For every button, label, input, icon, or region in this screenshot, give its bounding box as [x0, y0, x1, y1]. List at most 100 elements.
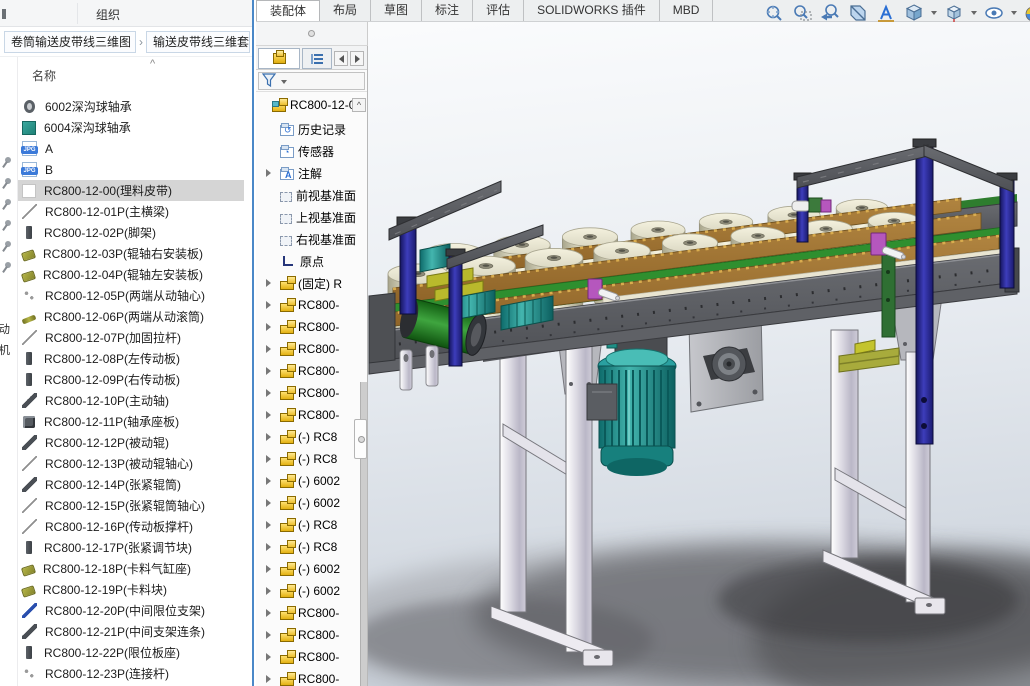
expand-arrow-icon[interactable]: [266, 411, 271, 419]
tree-item[interactable]: 前视基准面: [256, 184, 368, 206]
tree-item[interactable]: RC800-: [256, 294, 368, 316]
pin-icon[interactable]: [3, 177, 15, 189]
dropdown-caret-icon[interactable]: [1011, 11, 1017, 15]
pin-icon[interactable]: [3, 240, 15, 252]
file-row[interactable]: RC800-12-18P(卡料气缸座): [18, 558, 244, 579]
tree-item[interactable]: 传感器: [256, 140, 368, 162]
file-row[interactable]: 6002深沟球轴承: [18, 96, 244, 117]
file-row[interactable]: RC800-12-00(理料皮带): [18, 180, 244, 201]
previous-view-icon[interactable]: [818, 1, 842, 25]
tree-item[interactable]: 注解: [256, 162, 368, 184]
tree-item[interactable]: 右视基准面: [256, 228, 368, 250]
file-row[interactable]: RC800-12-06P(两端从动滚筒): [18, 306, 244, 327]
panel-drag-dot[interactable]: [308, 30, 315, 37]
zoom-to-fit-icon[interactable]: [762, 1, 786, 25]
file-row[interactable]: RC800-12-10P(主动轴): [18, 390, 244, 411]
tree-item[interactable]: RC800-: [256, 646, 368, 668]
file-row[interactable]: RC800-12-23P(连接杆): [18, 663, 244, 684]
file-row[interactable]: RC800-12-07P(加固拉杆): [18, 327, 244, 348]
ribbon-tab[interactable]: MBD: [660, 0, 714, 21]
expand-arrow-icon[interactable]: [266, 301, 271, 309]
tree-item[interactable]: RC800-: [256, 360, 368, 382]
expand-arrow-icon[interactable]: [266, 169, 271, 177]
organize-button[interactable]: 组织: [96, 6, 120, 23]
view-orientation-icon[interactable]: [942, 1, 966, 25]
tab-design-tree[interactable]: [258, 48, 300, 69]
list-column-header[interactable]: 名称 ^: [18, 57, 252, 93]
file-row[interactable]: JPG B: [18, 159, 244, 180]
expand-arrow-icon[interactable]: [266, 587, 271, 595]
tree-filter-bar[interactable]: [256, 70, 368, 92]
pin-icon[interactable]: [3, 198, 15, 210]
expand-arrow-icon[interactable]: [266, 345, 271, 353]
name-column-label[interactable]: 名称: [32, 67, 56, 84]
expand-arrow-icon[interactable]: [266, 609, 271, 617]
ribbon-tab[interactable]: 布局: [320, 0, 371, 21]
tree-item[interactable]: (-) 6002: [256, 470, 368, 492]
file-row[interactable]: RC800-12-04P(辊轴左安装板): [18, 264, 244, 285]
file-row[interactable]: RC800-12-08P(左传动板): [18, 348, 244, 369]
dropdown-caret-icon[interactable]: [971, 11, 977, 15]
file-row[interactable]: RC800-12-03P(辊轴右安装板): [18, 243, 244, 264]
dropdown-caret-icon[interactable]: [931, 11, 937, 15]
expand-arrow-icon[interactable]: [266, 521, 271, 529]
file-row[interactable]: RC800-12-14P(张紧辊筒): [18, 474, 244, 495]
tree-item[interactable]: (-) RC8: [256, 536, 368, 558]
expand-arrow-icon[interactable]: [266, 543, 271, 551]
section-view-icon[interactable]: [846, 1, 870, 25]
file-row[interactable]: RC800-12-16P(传动板撑杆): [18, 516, 244, 537]
panel-next-arrow[interactable]: [350, 51, 364, 66]
file-row[interactable]: RC800-12-09P(右传动板): [18, 369, 244, 390]
zoom-to-area-icon[interactable]: [790, 1, 814, 25]
tree-item[interactable]: RC800-: [256, 316, 368, 338]
panel-splitter-handle[interactable]: [354, 419, 367, 459]
file-row[interactable]: 6004深沟球轴承: [18, 117, 244, 138]
tree-item[interactable]: RC800-: [256, 338, 368, 360]
edit-appearance-icon[interactable]: [1022, 1, 1030, 25]
file-row[interactable]: RC800-12-19P(卡料块): [18, 579, 244, 600]
tree-item[interactable]: RC800-: [256, 668, 368, 686]
pin-icon[interactable]: [3, 219, 15, 231]
nav-item-clipped[interactable]: 流动: [0, 321, 17, 337]
file-row[interactable]: RC800-12-20P(中间限位支架): [18, 600, 244, 621]
expand-arrow-icon[interactable]: [266, 499, 271, 507]
expand-arrow-icon[interactable]: [266, 455, 271, 463]
expand-arrow-icon[interactable]: [266, 565, 271, 573]
tree-item[interactable]: (-) RC8: [256, 514, 368, 536]
expand-arrow-icon[interactable]: [266, 631, 271, 639]
file-row[interactable]: RC800-12-21P(中间支架连条): [18, 621, 244, 642]
display-style-icon[interactable]: [902, 1, 926, 25]
tree-item[interactable]: (-) 6002: [256, 492, 368, 514]
tree-item[interactable]: (-) 6002: [256, 558, 368, 580]
nav-item-clipped[interactable]: 图: [0, 300, 17, 316]
breadcrumb-folder[interactable]: 卷筒输送皮带线三维图: [4, 31, 136, 53]
file-row[interactable]: RC800-12-01P(主横梁): [18, 201, 244, 222]
expand-arrow-icon[interactable]: [266, 323, 271, 331]
nav-item-clipped[interactable]: 图: [0, 279, 17, 295]
expand-arrow-icon[interactable]: [266, 675, 271, 683]
tree-item[interactable]: RC800-: [256, 624, 368, 646]
tree-item[interactable]: 原点: [256, 250, 368, 272]
file-row[interactable]: RC800-12-17P(张紧调节块): [18, 537, 244, 558]
ribbon-tab[interactable]: SOLIDWORKS 插件: [524, 0, 660, 21]
hide-show-items-icon[interactable]: [982, 1, 1006, 25]
pin-icon[interactable]: [3, 156, 15, 168]
file-row[interactable]: JPG A: [18, 138, 244, 159]
file-row[interactable]: RC800-12-05P(两端从动轴心): [18, 285, 244, 306]
tree-item[interactable]: RC800-: [256, 382, 368, 404]
expand-arrow-icon[interactable]: [266, 389, 271, 397]
panel-prev-arrow[interactable]: [334, 51, 348, 66]
file-row[interactable]: RC800-12-22P(限位板座): [18, 642, 244, 663]
tree-item[interactable]: (-) 6002: [256, 580, 368, 602]
tree-item[interactable]: (-) RC8: [256, 426, 368, 448]
expand-arrow-icon[interactable]: [266, 433, 271, 441]
expand-arrow-icon[interactable]: [266, 653, 271, 661]
ribbon-tab[interactable]: 草图: [371, 0, 422, 21]
annotation-visibility-icon[interactable]: [874, 1, 898, 25]
file-row[interactable]: RC800-12-12P(被动辊): [18, 432, 244, 453]
expand-arrow-icon[interactable]: [266, 477, 271, 485]
tree-item[interactable]: RC800-: [256, 602, 368, 624]
tree-item[interactable]: 上视基准面: [256, 206, 368, 228]
expand-arrow-icon[interactable]: [266, 367, 271, 375]
file-row[interactable]: RC800-12-02P(脚架): [18, 222, 244, 243]
